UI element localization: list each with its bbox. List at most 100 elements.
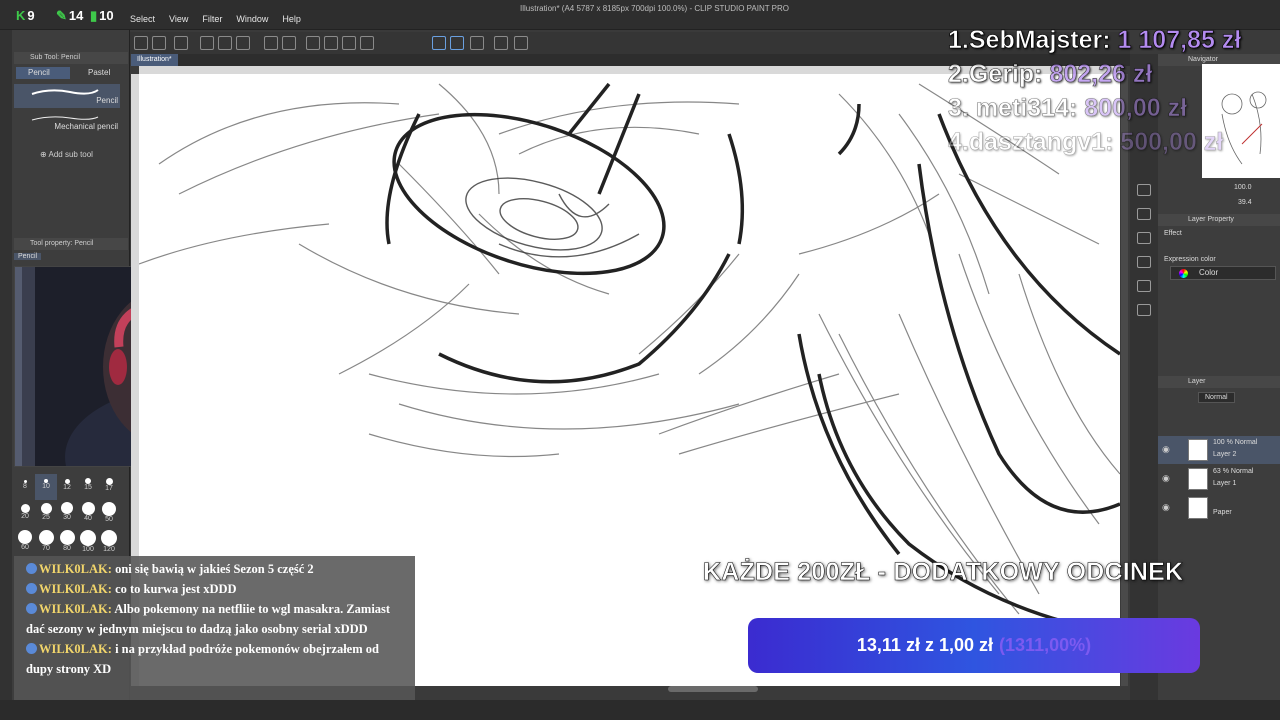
badge-icon [26, 583, 37, 594]
menu-icon[interactable] [134, 36, 148, 50]
ruler-icon[interactable] [470, 36, 484, 50]
eye-icon[interactable]: ◉ [1162, 502, 1170, 513]
episode-banner: KAŻDE 200ZŁ - DODATKOWY ODCINEK [703, 558, 1184, 587]
zoom-value[interactable]: 100.0 [1234, 184, 1252, 191]
expression-color-select[interactable]: Color [1170, 266, 1276, 280]
window-title: Illustration* (A4 5787 x 8185px 700dpi 1… [520, 4, 790, 13]
size-17[interactable]: 17 [98, 474, 120, 500]
layer-name: Layer 2 [1213, 451, 1237, 458]
menu-view[interactable]: View [169, 14, 188, 24]
grid-icon[interactable] [494, 36, 508, 50]
eye-icon[interactable]: ◉ [1162, 444, 1170, 455]
layer-thumbnail [1188, 497, 1208, 519]
export-icon[interactable] [236, 36, 250, 50]
size-15[interactable]: 15 [77, 474, 99, 500]
size-12[interactable]: 12 [56, 474, 78, 500]
sub-tool-header: Sub Tool: Pencil [14, 52, 128, 64]
tab-pastel[interactable]: Pastel [76, 67, 110, 79]
chat-message: WILK0LAK: co to kurwa jest xDDD [26, 579, 407, 599]
transform-icon[interactable] [360, 36, 374, 50]
layer-thumbnail [1188, 439, 1208, 461]
donor-row: 3. meti314: 800,00 zł [948, 94, 1188, 123]
timeline-icon[interactable] [1137, 256, 1151, 268]
layer-property-icon[interactable] [1137, 184, 1151, 196]
snap-ruler-icon[interactable] [450, 36, 464, 50]
size-40[interactable]: 40 [77, 502, 99, 528]
size-50[interactable]: 50 [98, 502, 120, 528]
effect-label: Effect [1164, 230, 1182, 237]
size-30[interactable]: 30 [56, 502, 78, 528]
loading-icon[interactable] [306, 36, 320, 50]
clear-icon[interactable] [324, 36, 338, 50]
layer-search-icon[interactable] [1137, 208, 1151, 220]
layer-row-paper[interactable]: ◉ Paper [1158, 494, 1280, 522]
navigator-preview[interactable] [1202, 64, 1280, 178]
size-80[interactable]: 80 [56, 530, 78, 556]
blend-mode-select[interactable]: Normal [1198, 392, 1235, 403]
tool-property-name: Pencil [14, 253, 42, 260]
size-10[interactable]: 10 [35, 474, 57, 500]
brush-size-palette: 8 10 12 15 17 20 25 30 40 50 60 70 80 10… [14, 474, 132, 556]
animation-icon[interactable] [1137, 280, 1151, 292]
menu-filter[interactable]: Filter [202, 14, 222, 24]
expression-color-label: Expression color [1164, 256, 1216, 263]
badge-icon [26, 643, 37, 654]
chat-message: WILK0LAK: Albo pokemony na netfliie to w… [26, 602, 391, 636]
tool-strip [0, 30, 12, 720]
menu-bar: Select View Filter Window Help [130, 14, 301, 24]
add-sub-tool-button[interactable]: ⊕ Add sub tool [40, 150, 93, 159]
status-bar [0, 700, 1280, 720]
vertical-scrollbar[interactable] [1121, 74, 1128, 686]
eye-icon[interactable]: ◉ [1162, 473, 1170, 484]
open-icon[interactable] [174, 36, 188, 50]
layer-row-layer-2[interactable]: ◉ 100 % Normal Layer 2 [1158, 436, 1280, 464]
size-20[interactable]: 20 [14, 502, 36, 528]
layer-property-header: Layer Property [1158, 214, 1280, 226]
menu-window[interactable]: Window [236, 14, 268, 24]
size-8[interactable]: 8 [14, 474, 36, 500]
size-120[interactable]: 120 [98, 530, 120, 556]
layer-header: Layer [1158, 376, 1280, 388]
settings-icon[interactable] [514, 36, 528, 50]
brush-pencil[interactable]: Pencil [14, 84, 120, 108]
snap-icon[interactable] [432, 36, 446, 50]
fill-icon[interactable] [342, 36, 356, 50]
copy-icon[interactable] [218, 36, 232, 50]
layer-opacity: 100 % Normal [1213, 439, 1258, 446]
layer-thumbnail [1188, 468, 1208, 490]
menu-select[interactable]: Select [130, 14, 155, 24]
size-25[interactable]: 25 [35, 502, 57, 528]
chat-message: WILK0LAK: i na przykład podróże pokemonó… [26, 642, 379, 676]
chat-message: WILK0LAK: oni się bawią w jakieś Sezon 5… [26, 559, 407, 579]
history-icon[interactable] [1137, 304, 1151, 316]
brush-mechanical-pencil[interactable]: Mechanical pencil [14, 110, 120, 134]
material-icon[interactable] [1137, 232, 1151, 244]
donor-row: 1.SebMajster: 1 107,85 zł [948, 26, 1242, 55]
donation-goal-bar: 13,11 zł z 1,00 zł (1311,00%) [748, 618, 1200, 673]
undo-icon[interactable] [264, 36, 278, 50]
navigator-sketch [1221, 91, 1267, 165]
donor-row: 2.Gerip: 802,26 zł [948, 60, 1153, 89]
badge-icon [26, 563, 37, 574]
clip-studio-stream-view: K9 ✎ 14 ▮ 10 Select View Filter Window Hel… [0, 0, 1280, 720]
horizontal-scrollbar[interactable] [668, 686, 758, 692]
layer-row-layer-1[interactable]: ◉ 63 % Normal Layer 1 [1158, 465, 1280, 493]
tab-pencil[interactable]: Pencil [16, 67, 70, 79]
pencil-stroke-icon [31, 89, 99, 95]
layer-name: Layer 1 [1213, 480, 1237, 487]
size-70[interactable]: 70 [35, 530, 57, 556]
chat-overlay: WILK0LAK: oni się bawią w jakieś Sezon 5… [14, 556, 415, 701]
stat-k: K9 [16, 8, 35, 23]
angle-value[interactable]: 39.4 [1238, 199, 1252, 206]
redo-icon[interactable] [282, 36, 296, 50]
menu-help[interactable]: Help [282, 14, 301, 24]
save-icon[interactable] [200, 36, 214, 50]
new-icon[interactable] [152, 36, 166, 50]
layer-name: Paper [1213, 509, 1232, 516]
tool-property-header: Tool property: Pencil [14, 238, 128, 250]
donor-row: 4.dasztangv1: 500,00 zł [948, 128, 1224, 157]
layer-opacity: 63 % Normal [1213, 468, 1254, 475]
size-100[interactable]: 100 [77, 530, 99, 556]
document-tab[interactable]: Illustration* [131, 54, 178, 66]
size-60[interactable]: 60 [14, 530, 36, 556]
